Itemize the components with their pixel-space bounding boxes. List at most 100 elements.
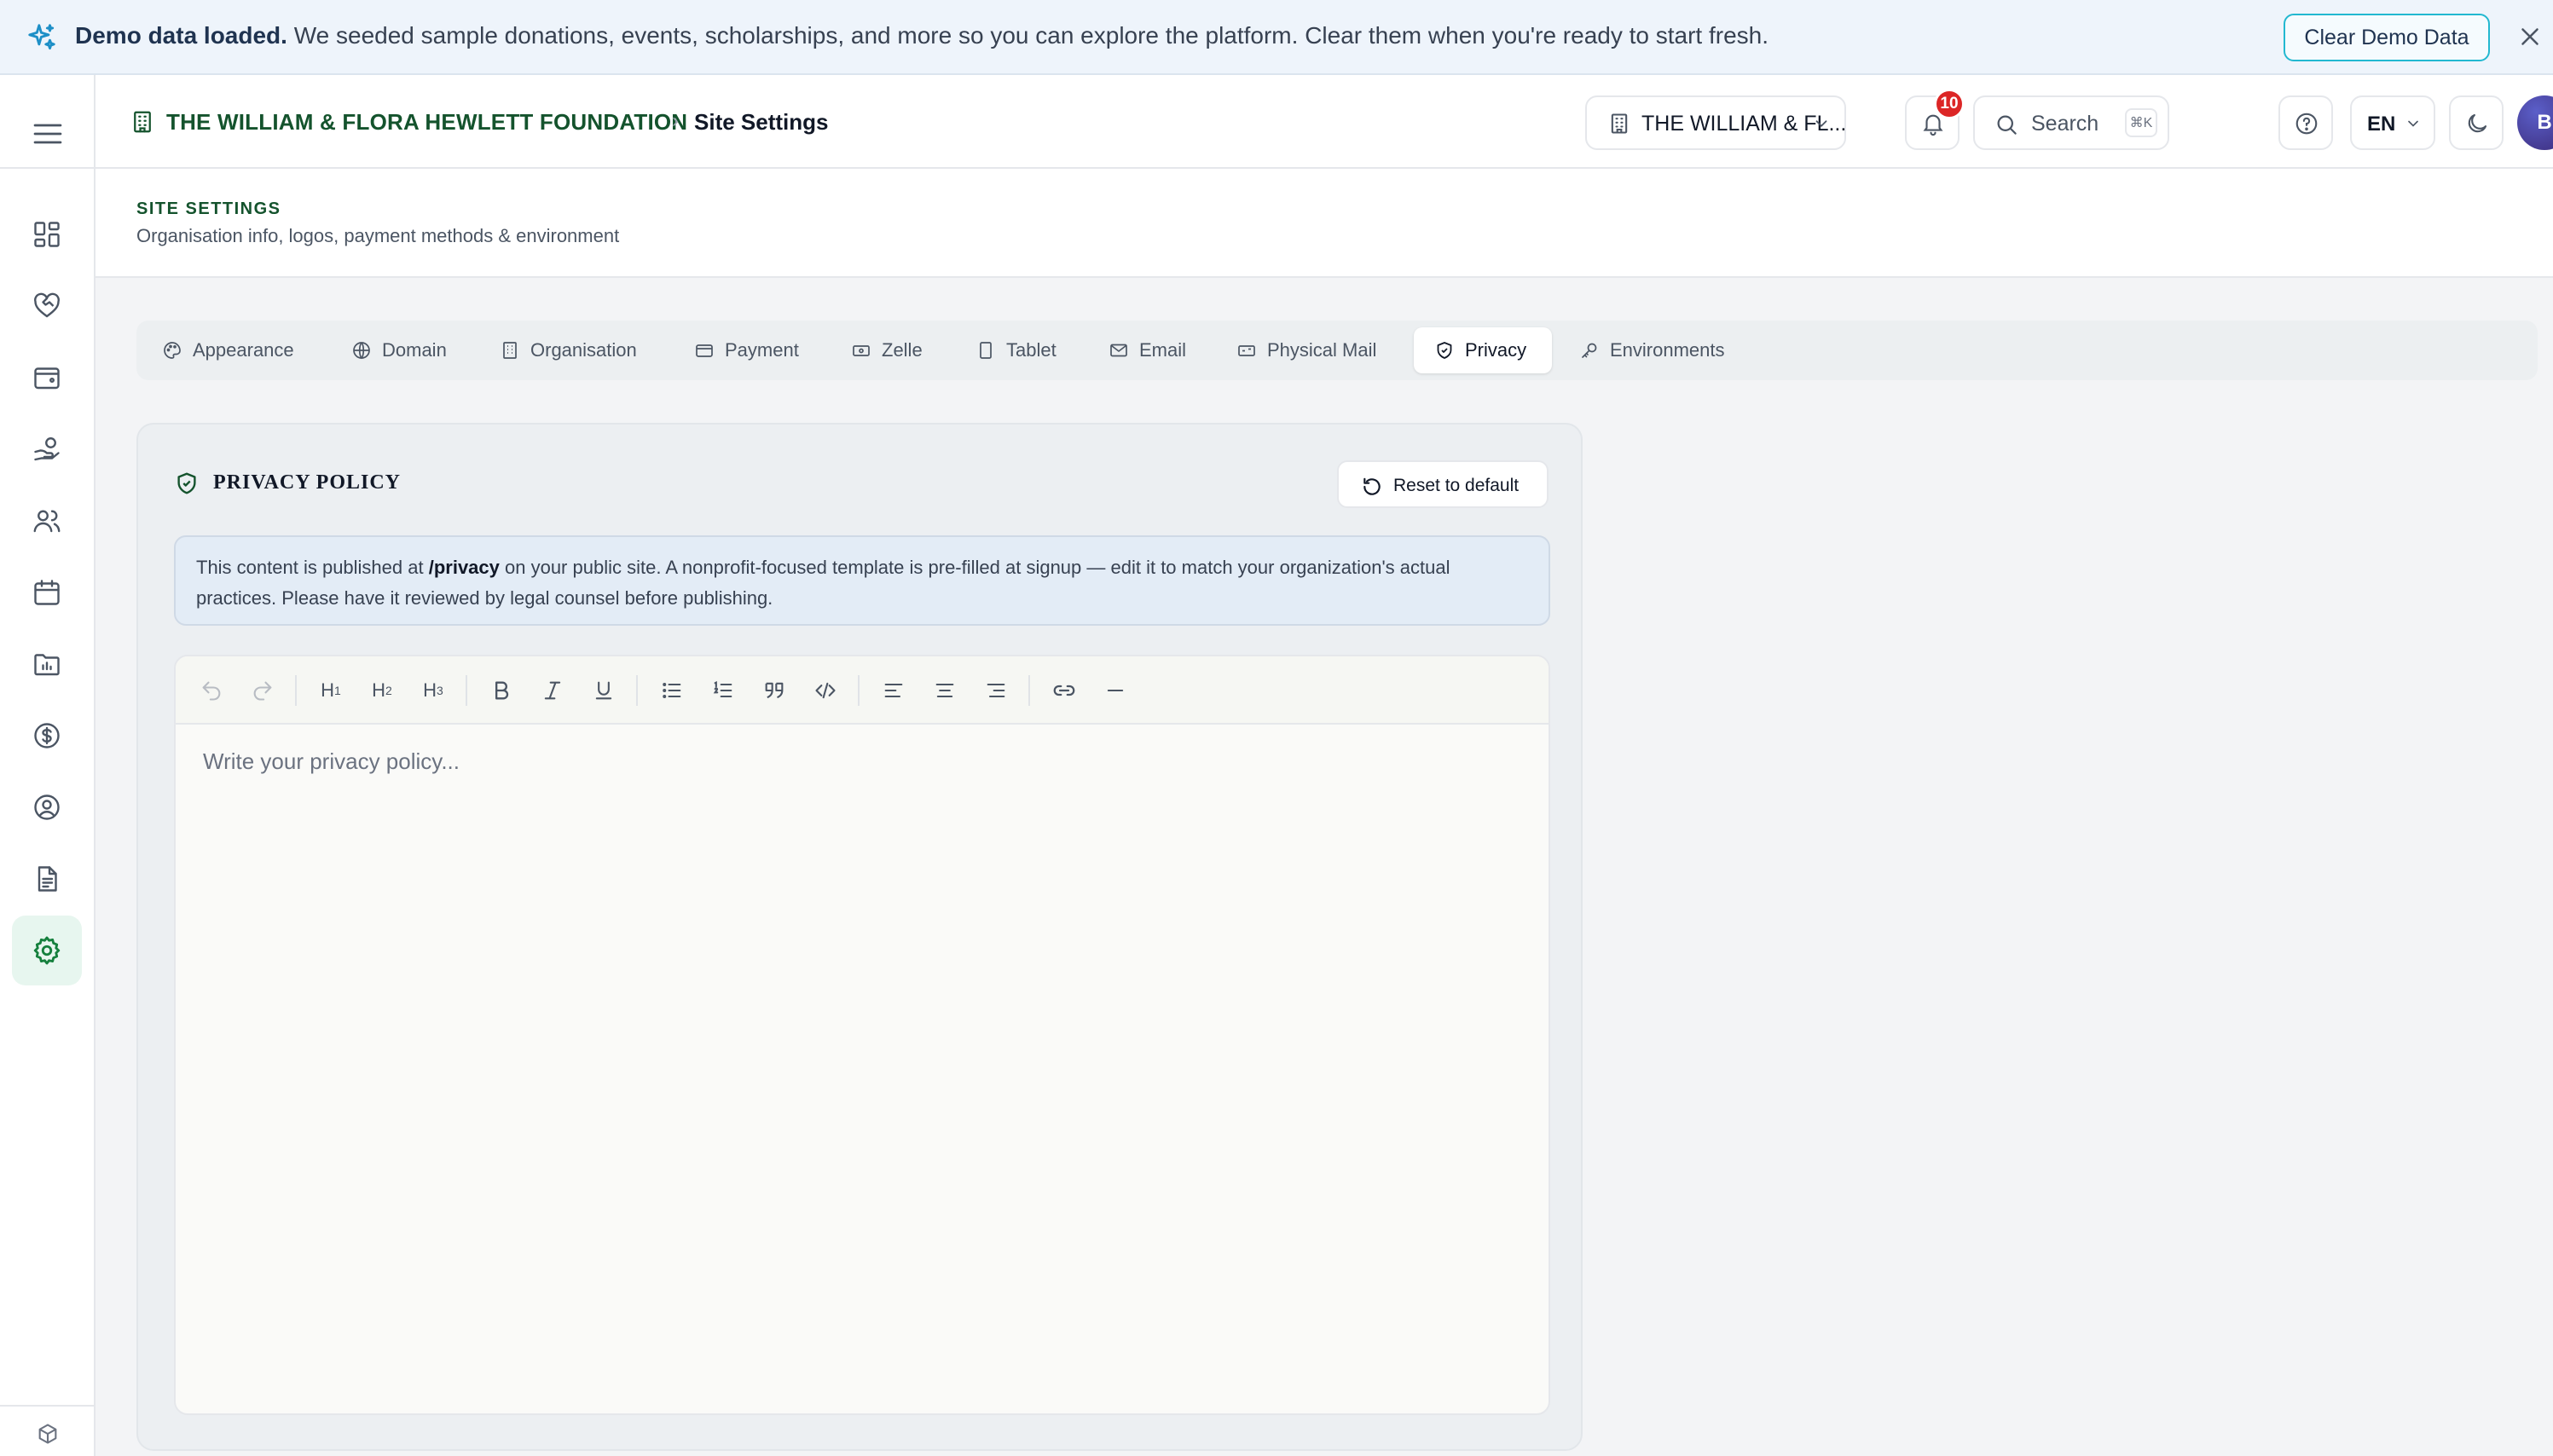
rotate-ccw-icon [1363, 477, 1381, 495]
tab-tablet[interactable]: Tablet [975, 327, 1057, 373]
tab-environments[interactable]: Environments [1579, 327, 1725, 373]
tab-label: Zelle [882, 339, 923, 361]
tab-label: Environments [1610, 339, 1725, 361]
align-center-button[interactable] [928, 673, 962, 708]
list-icon [663, 683, 681, 698]
palette-icon [164, 342, 181, 359]
building-icon [134, 111, 151, 133]
toolbar-separator [295, 675, 297, 706]
dollar-circle-icon [34, 723, 60, 748]
heading-3-button[interactable]: H3 [416, 673, 450, 708]
tab-label: Physical Mail [1267, 339, 1377, 361]
menu-icon[interactable] [29, 117, 67, 151]
search-shortcut: ⌘K [2125, 108, 2157, 137]
quote-icon [765, 682, 784, 699]
theme-toggle[interactable] [2449, 95, 2504, 150]
cube-icon [38, 1424, 57, 1444]
redo-icon [253, 681, 272, 701]
sidebar-item-reports[interactable] [27, 644, 67, 684]
align-left-button[interactable] [877, 673, 911, 708]
sidebar-item-donations[interactable] [27, 286, 67, 326]
tab-label: Privacy [1465, 339, 1527, 361]
search-button[interactable]: Search ⌘K [1973, 95, 2169, 150]
close-icon[interactable] [2515, 22, 2544, 51]
sidebar-item-dashboard[interactable] [27, 215, 67, 254]
org-switcher[interactable]: THE WILLIAM & FL... [1585, 95, 1846, 150]
ordered-list-button[interactable] [706, 673, 740, 708]
heading-2-button[interactable]: H2 [365, 673, 399, 708]
toolbar-separator [636, 675, 638, 706]
tab-label: Organisation [530, 339, 637, 361]
undo-button[interactable] [194, 673, 229, 708]
tab-organisation[interactable]: Organisation [500, 327, 637, 373]
bold-button[interactable] [484, 673, 518, 708]
sidebar-item-settings[interactable] [12, 916, 82, 985]
sidebar-item-giving[interactable] [27, 430, 67, 469]
sidebar-divider [0, 167, 94, 169]
help-button[interactable] [2278, 95, 2333, 150]
italic-icon [544, 681, 561, 700]
hand-coins-icon [34, 437, 60, 461]
info-note: This content is published at /privacy on… [174, 535, 1550, 626]
tab-label: Email [1139, 339, 1187, 361]
page-title: SITE SETTINGS [136, 199, 281, 218]
underline-icon [595, 681, 612, 700]
list-ordered-icon [713, 680, 732, 698]
tab-appearance[interactable]: Appearance [162, 327, 294, 373]
bullet-list-button[interactable] [655, 673, 689, 708]
building-icon [1611, 113, 1628, 134]
sparkles-icon [28, 24, 55, 50]
sidebar-item-account[interactable] [27, 788, 67, 827]
sidebar-item-events[interactable] [27, 573, 67, 612]
sidebar-item-documents[interactable] [27, 859, 67, 898]
page-heading: SITE SETTINGS Organisation info, logos, … [96, 169, 2553, 278]
heading-1-button[interactable]: H1 [314, 673, 348, 708]
align-center-icon [935, 683, 954, 698]
tab-privacy[interactable]: Privacy [1414, 327, 1552, 373]
language-label: EN [2367, 113, 2396, 136]
moon-icon [2468, 113, 2487, 133]
tab-physical-mail[interactable]: Physical Mail [1236, 327, 1376, 373]
privacy-policy-editor[interactable] [176, 726, 1549, 1413]
blockquote-button[interactable] [757, 673, 791, 708]
toolbar-separator [1028, 675, 1030, 706]
help-circle-icon [2295, 113, 2318, 135]
credit-card-icon [696, 344, 713, 357]
tab-label: Tablet [1006, 339, 1057, 361]
tab-label: Payment [725, 339, 799, 361]
tab-label: Domain [382, 339, 447, 361]
code-icon [815, 682, 836, 699]
align-left-icon [884, 683, 903, 698]
reset-to-default-button[interactable]: Reset to default [1337, 460, 1549, 508]
code-block-button[interactable] [808, 673, 842, 708]
shield-icon [177, 472, 196, 494]
sidebar-item-wallet[interactable] [27, 358, 67, 397]
mailbox-icon [1238, 345, 1255, 356]
breadcrumb-org[interactable]: THE WILLIAM & FLORA HEWLETT FOUNDATION [166, 109, 687, 136]
wallet-icon [34, 367, 60, 390]
tab-domain[interactable]: Domain [351, 327, 447, 373]
calendar-icon [34, 580, 60, 605]
file-text-icon [38, 866, 57, 892]
notification-count-badge: 10 [1934, 89, 1965, 119]
tab-email[interactable]: Email [1109, 327, 1186, 373]
chevron-down-icon [1815, 120, 1827, 128]
clear-demo-data-button[interactable]: Clear Demo Data [2284, 14, 2490, 61]
sidebar-item-people[interactable] [27, 501, 67, 540]
search-icon [1997, 115, 2017, 135]
tab-label: Appearance [193, 339, 294, 361]
page-subtitle: Organisation info, logos, payment method… [136, 225, 620, 246]
horizontal-rule-button[interactable] [1098, 673, 1132, 708]
tab-zelle[interactable]: Zelle [851, 327, 923, 373]
underline-button[interactable] [587, 673, 621, 708]
italic-button[interactable] [535, 673, 570, 708]
link-button[interactable] [1047, 673, 1081, 708]
tab-payment[interactable]: Payment [694, 327, 799, 373]
privacy-policy-card: PRIVACY POLICY Reset to default This con… [136, 423, 1583, 1451]
search-label: Search [2031, 112, 2099, 136]
language-select[interactable]: EN [2350, 95, 2435, 150]
sidebar-item-finance[interactable] [27, 716, 67, 755]
align-right-button[interactable] [979, 673, 1013, 708]
avatar[interactable]: B [2517, 95, 2553, 150]
redo-button[interactable] [246, 673, 280, 708]
